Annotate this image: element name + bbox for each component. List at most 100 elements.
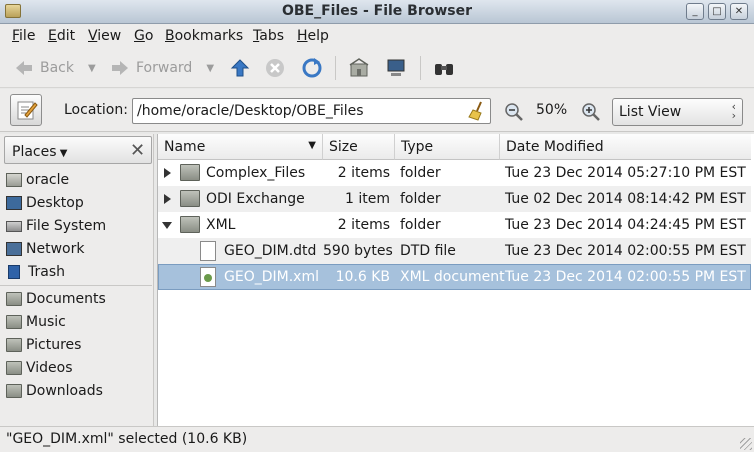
file-type: DTD file [400, 243, 456, 259]
menu-file[interactable]: File [12, 28, 35, 44]
document-icon [200, 241, 216, 261]
places-sidebar: Places ▼ ✕ oracle Desktop File System Ne… [0, 134, 154, 426]
toggle-location-button[interactable] [10, 94, 42, 126]
close-button[interactable]: ✕ [730, 3, 748, 20]
minimize-button[interactable]: _ [686, 3, 704, 20]
column-header-size[interactable]: Size [323, 134, 395, 160]
column-header-type[interactable]: Type [395, 134, 500, 160]
up-down-chevron-icon: ‹ › [731, 100, 736, 122]
sidebar-item-downloads[interactable]: Downloads [6, 381, 103, 401]
folder-icon [180, 190, 200, 207]
file-size: 590 bytes [323, 243, 393, 259]
maximize-button[interactable]: □ [708, 3, 726, 20]
file-size: 10.6 KB [335, 269, 390, 285]
places-selector[interactable]: Places ▼ ✕ [4, 136, 152, 164]
sidebar-item-desktop[interactable]: Desktop [6, 193, 84, 213]
menu-edit[interactable]: Edit [48, 28, 75, 44]
binoculars-icon [435, 64, 453, 75]
xml-file-icon [200, 267, 216, 287]
file-size: 2 items [337, 165, 390, 181]
file-date: Tue 23 Dec 2014 02:00:55 PM EST [505, 243, 746, 259]
file-name: GEO_DIM.dtd [224, 243, 317, 259]
table-row[interactable]: XML 2 items folder Tue 23 Dec 2014 04:24… [158, 212, 751, 238]
table-row[interactable]: Complex_Files 2 items folder Tue 23 Dec … [158, 160, 751, 186]
sidebar-item-videos[interactable]: Videos [6, 358, 73, 378]
location-label: Location: [64, 102, 128, 118]
menu-go[interactable]: Go [134, 28, 153, 44]
zoom-in-icon[interactable] [581, 102, 601, 122]
sidebar-item-file-system[interactable]: File System [6, 216, 106, 236]
toolbar: Back ▼ Forward ▼ [0, 48, 754, 88]
file-type: folder [400, 191, 441, 207]
sidebar-item-pictures[interactable]: Pictures [6, 335, 81, 355]
column-header-date-modified[interactable]: Date Modified [500, 134, 751, 160]
trash-icon [8, 265, 20, 279]
file-date: Tue 23 Dec 2014 04:24:45 PM EST [505, 217, 746, 233]
folder-icon [180, 216, 200, 233]
file-size: 2 items [337, 217, 390, 233]
clear-broom-icon[interactable] [468, 101, 486, 121]
forward-button[interactable]: Forward ▼ [110, 57, 214, 79]
stop-icon [266, 59, 284, 77]
computer-icon [387, 59, 405, 76]
sidebar-item-trash[interactable]: Trash [6, 262, 65, 282]
file-name: GEO_DIM.xml [224, 269, 319, 285]
file-type: folder [400, 165, 441, 181]
resize-grip-icon[interactable] [740, 438, 752, 450]
drive-icon [6, 220, 22, 232]
location-input[interactable] [132, 98, 491, 124]
file-name: ODI Exchange [206, 191, 305, 207]
folder-icon [6, 384, 22, 398]
folder-icon [6, 361, 22, 375]
title-bar[interactable]: OBE_Files - File Browser _ □ ✕ [0, 0, 754, 24]
file-type: folder [400, 217, 441, 233]
close-sidebar-icon[interactable]: ✕ [130, 140, 145, 161]
expand-arrow-icon[interactable] [164, 168, 171, 178]
back-button[interactable]: Back ▼ [14, 57, 96, 79]
window-title: OBE_Files - File Browser [281, 3, 473, 19]
location-bar: Location: 50% List View ‹› [0, 89, 754, 132]
table-row[interactable]: GEO_DIM.dtd 590 bytes DTD file Tue 23 De… [158, 238, 751, 264]
view-mode-select[interactable]: List View ‹ › [612, 98, 743, 126]
network-icon [6, 242, 22, 256]
file-name: XML [206, 217, 236, 233]
sidebar-item-network[interactable]: Network [6, 239, 84, 259]
collapse-arrow-icon[interactable] [162, 222, 172, 229]
folder-icon [6, 292, 22, 306]
reload-button[interactable] [302, 57, 328, 79]
chevron-down-icon[interactable]: ▼ [206, 63, 214, 74]
sidebar-item-documents[interactable]: Documents [6, 289, 106, 309]
up-arrow-icon [230, 59, 250, 77]
up-button[interactable] [230, 57, 256, 79]
computer-button[interactable] [386, 57, 412, 79]
stop-button[interactable] [265, 57, 291, 79]
back-arrow-icon [16, 61, 32, 75]
home-button[interactable] [349, 57, 375, 79]
file-date: Tue 02 Dec 2014 08:14:42 PM EST [505, 191, 746, 207]
file-type: XML document [400, 269, 505, 285]
toolbar-separator [420, 56, 421, 80]
home-icon [349, 58, 369, 77]
menu-help[interactable]: Help [297, 28, 329, 44]
home-icon [6, 173, 22, 187]
toolbar-separator [335, 56, 336, 80]
chevron-down-icon[interactable]: ▼ [88, 63, 96, 74]
status-text: "GEO_DIM.xml" selected (10.6 KB) [6, 431, 248, 447]
menu-view[interactable]: View [88, 28, 121, 44]
menu-tabs[interactable]: Tabs [253, 28, 284, 44]
sidebar-item-oracle[interactable]: oracle [6, 170, 69, 190]
folder-icon [6, 338, 22, 352]
table-row-selected[interactable]: GEO_DIM.xml 10.6 KB XML document Tue 23 … [158, 264, 751, 290]
search-button[interactable] [434, 57, 460, 79]
column-header-name[interactable]: Name ▼ [158, 134, 323, 160]
forward-arrow-icon [112, 61, 128, 75]
menu-bookmarks[interactable]: Bookmarks [165, 28, 243, 44]
file-size: 1 item [345, 191, 390, 207]
status-bar: "GEO_DIM.xml" selected (10.6 KB) [0, 426, 754, 452]
zoom-out-icon[interactable] [504, 102, 524, 122]
sidebar-item-music[interactable]: Music [6, 312, 66, 332]
file-list: Name ▼ Size Type Date Modified Complex_F… [157, 134, 754, 426]
zoom-level: 50% [536, 102, 568, 118]
expand-arrow-icon[interactable] [164, 194, 171, 204]
table-row[interactable]: ODI Exchange 1 item folder Tue 02 Dec 20… [158, 186, 751, 212]
